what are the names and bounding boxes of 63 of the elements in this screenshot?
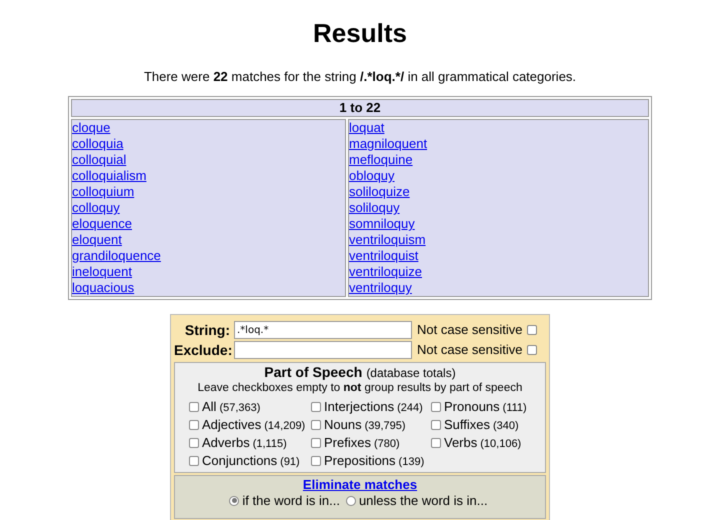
option-label: Adjectives (14,209) <box>202 416 306 434</box>
option-label: Conjunctions (91) <box>202 452 300 470</box>
checkbox[interactable] <box>189 456 199 466</box>
section-heading: Part of Speech <box>264 364 362 380</box>
field-label: Exclude: <box>174 340 230 360</box>
option-label: Prefixes (780) <box>324 434 400 452</box>
summary-text: There were 22 matches for the string /.*loq.*/ in all grammatical categories. <box>144 69 576 85</box>
option-label: Nouns (39,795) <box>324 416 406 434</box>
word-link[interactable]: eloquence <box>72 216 132 231</box>
field-label: String: <box>184 320 230 340</box>
checkbox[interactable] <box>526 345 536 355</box>
section-note: (database totals) <box>366 366 456 380</box>
word-link[interactable]: colloquy <box>72 200 120 215</box>
radio-button[interactable] <box>229 496 240 506</box>
word-link[interactable]: colloquialism <box>72 168 146 183</box>
word-link[interactable]: grandiloquence <box>72 248 161 263</box>
word-link[interactable]: ventriloquy <box>349 280 412 295</box>
word-link[interactable]: ineloquent <box>72 264 132 279</box>
word-link[interactable]: ventriloquize <box>349 264 422 279</box>
text-field[interactable] <box>234 341 412 359</box>
word-link[interactable]: somniloquy <box>349 216 415 231</box>
checkbox[interactable] <box>431 402 441 412</box>
radio-label: if the word is in... <box>242 493 340 508</box>
checkbox[interactable] <box>431 420 441 430</box>
option-label: Not case sensitive <box>417 341 522 360</box>
word-link[interactable]: eloquent <box>72 232 122 247</box>
option-label: Suffixes (340) <box>444 416 519 434</box>
word-link[interactable]: colloquia <box>72 136 124 151</box>
option-label: All (57,363) <box>202 398 260 416</box>
checkbox[interactable] <box>431 438 441 448</box>
option-label: Pronouns (111) <box>444 398 527 416</box>
word-link[interactable]: colloquium <box>72 184 134 199</box>
word-link[interactable]: soliloquy <box>349 200 400 215</box>
text-field[interactable]: .*loq.* <box>234 321 412 339</box>
word-link[interactable]: colloquial <box>72 152 126 167</box>
word-link[interactable]: ventriloquist <box>349 248 418 263</box>
checkbox[interactable] <box>311 402 321 412</box>
option-label: Prepositions (139) <box>324 452 424 470</box>
word-link[interactable]: cloque <box>72 120 110 135</box>
checkbox[interactable] <box>189 402 199 412</box>
word-link[interactable]: obloquy <box>349 168 395 183</box>
radio-button[interactable] <box>346 496 356 506</box>
eliminate-link[interactable]: Eliminate matches <box>302 477 418 493</box>
radio-label: unless the word is in... <box>358 493 488 508</box>
checkbox[interactable] <box>311 420 321 430</box>
word-link[interactable]: ventriloquism <box>349 232 426 247</box>
checkbox[interactable] <box>311 456 321 466</box>
option-label: Not case sensitive <box>417 321 522 340</box>
checkbox[interactable] <box>526 325 536 335</box>
checkbox[interactable] <box>311 438 321 448</box>
word-link[interactable]: mefloquine <box>349 152 413 167</box>
table-header: 1 to 22 <box>71 99 649 117</box>
checkbox[interactable] <box>189 420 199 430</box>
option-label: Interjections (244) <box>324 398 423 416</box>
word-link[interactable]: loquacious <box>72 280 134 295</box>
option-label: Verbs (10,106) <box>444 434 522 452</box>
checkbox[interactable] <box>189 438 199 448</box>
word-link[interactable]: loquat <box>349 120 384 135</box>
instruction-text: Leave checkboxes empty to not group results by part of speech <box>196 381 524 396</box>
word-link[interactable]: soliloquize <box>349 184 410 199</box>
page-title: Results <box>313 17 407 49</box>
word-link[interactable]: magniloquent <box>349 136 428 151</box>
option-label: Adverbs (1,115) <box>202 434 287 452</box>
